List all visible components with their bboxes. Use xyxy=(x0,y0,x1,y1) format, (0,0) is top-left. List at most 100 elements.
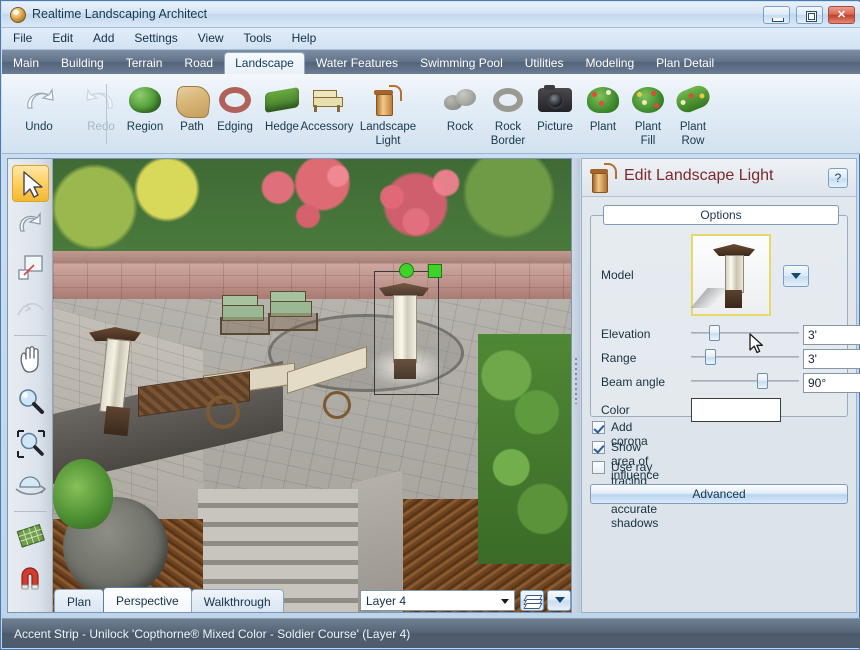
maximize-icon xyxy=(805,11,817,22)
tab-swimming-pool[interactable]: Swimming Pool xyxy=(409,52,514,75)
menu-settings[interactable]: Settings xyxy=(125,28,186,48)
tool-undo-label: Undo xyxy=(25,121,53,133)
menu-edit[interactable]: Edit xyxy=(43,28,82,48)
toolbar-separator xyxy=(106,84,107,144)
landscape-light-foreground[interactable] xyxy=(89,327,141,437)
tab-water-features[interactable]: Water Features xyxy=(305,52,409,75)
view-tab-plan[interactable]: Plan xyxy=(54,589,105,612)
flowering-shrubs xyxy=(218,159,518,254)
menu-file[interactable]: File xyxy=(4,28,41,48)
range-value-field[interactable]: 3' xyxy=(803,349,860,369)
magnet-snap-tool[interactable] xyxy=(12,559,49,596)
tab-terrain[interactable]: Terrain xyxy=(115,52,174,75)
model-row: Model xyxy=(591,216,849,354)
tab-plan-detail[interactable]: Plan Detail xyxy=(645,52,725,75)
menu-add[interactable]: Add xyxy=(84,28,123,48)
ray-tracing-checkbox[interactable] xyxy=(592,461,605,474)
layer-select[interactable]: Layer 4 xyxy=(360,590,515,611)
zoom-tool[interactable] xyxy=(12,383,49,420)
tab-utilities[interactable]: Utilities xyxy=(514,52,575,75)
beam-angle-value: 90° xyxy=(808,376,827,390)
patio-chair-2 xyxy=(266,289,318,331)
pan-hand-tool[interactable] xyxy=(12,341,49,378)
slider-thumb[interactable] xyxy=(705,349,716,365)
range-slider[interactable] xyxy=(691,349,799,365)
mouse-cursor-icon xyxy=(749,333,764,354)
advanced-button[interactable]: Advanced xyxy=(590,484,848,504)
model-label: Model xyxy=(601,268,634,282)
grid-tool[interactable] xyxy=(12,517,49,554)
zoom-window-tool[interactable] xyxy=(12,425,49,462)
add-corona-checkbox[interactable] xyxy=(592,421,605,434)
chevron-down-icon xyxy=(555,597,565,603)
model-dropdown-button[interactable] xyxy=(783,265,809,287)
viewport-tool-strip xyxy=(8,159,53,612)
maximize-button[interactable] xyxy=(795,6,823,24)
slider-thumb[interactable] xyxy=(709,325,720,341)
tab-modeling[interactable]: Modeling xyxy=(574,52,645,75)
ribbon-tab-bar: Main Building Terrain Road Landscape Water Fe… xyxy=(2,50,860,75)
elevation-slider[interactable] xyxy=(691,325,799,341)
rotate-handle[interactable] xyxy=(399,263,414,278)
view-tab-perspective[interactable]: Perspective xyxy=(103,587,192,612)
lantern-icon xyxy=(590,163,617,193)
app-globe-icon xyxy=(10,7,26,23)
range-value: 3' xyxy=(808,352,817,366)
view-mode-tabs: Plan Perspective Walkthrough xyxy=(54,587,284,612)
layer-dropdown-button[interactable] xyxy=(547,590,571,611)
view-tab-walkthrough[interactable]: Walkthrough xyxy=(190,589,284,612)
close-icon: ✕ xyxy=(836,9,847,21)
rotate-tool[interactable] xyxy=(12,207,49,244)
tool-strip-separator-2 xyxy=(14,511,47,512)
tool-undo[interactable]: Undo xyxy=(6,80,72,150)
tab-road[interactable]: Road xyxy=(173,52,224,75)
elevation-value-field[interactable]: 3' xyxy=(803,325,860,345)
color-swatch[interactable] xyxy=(691,398,781,422)
slider-track xyxy=(691,380,799,382)
slider-thumb[interactable] xyxy=(757,373,768,389)
show-area-of-influence-checkbox[interactable] xyxy=(592,441,605,454)
tab-main[interactable]: Main xyxy=(2,52,50,75)
curve-tool[interactable] xyxy=(12,291,49,328)
status-text: Accent Strip - Unilock 'Copthorne® Mixed… xyxy=(14,627,411,641)
hedge-right xyxy=(478,334,571,564)
layer-bar: Layer 4 xyxy=(360,590,571,612)
status-bar: Accent Strip - Unilock 'Copthorne® Mixed… xyxy=(2,618,860,648)
tool-plant-row[interactable]: Plant Row xyxy=(660,80,726,150)
menu-bar: File Edit Add Settings View Tools Help xyxy=(2,28,860,50)
tool-plant-row-label-line2: Row xyxy=(681,134,705,147)
scene-3d-render[interactable]: Plan Perspective Walkthrough Layer 4 xyxy=(8,159,571,612)
options-group: Options Model Elevation 3' Range 3' Beam… xyxy=(590,205,860,422)
close-button[interactable]: ✕ xyxy=(828,6,855,24)
beam-angle-slider[interactable] xyxy=(691,373,799,389)
beam-angle-label: Beam angle xyxy=(601,375,666,389)
orbit-tool[interactable] xyxy=(12,467,49,504)
menu-view[interactable]: View xyxy=(189,28,233,48)
window-controls: ✕ xyxy=(761,6,855,25)
panel-splitter[interactable] xyxy=(572,158,580,613)
design-viewport[interactable]: Plan Perspective Walkthrough Layer 4 xyxy=(7,158,572,613)
slider-track xyxy=(691,332,799,334)
tab-landscape[interactable]: Landscape xyxy=(224,52,305,75)
tab-building[interactable]: Building xyxy=(50,52,115,75)
garden-cart xyxy=(128,359,268,429)
color-label: Color xyxy=(601,403,630,417)
layer-select-value: Layer 4 xyxy=(366,594,407,608)
menu-tools[interactable]: Tools xyxy=(235,28,281,48)
tool-landscape-light[interactable]: Landscape Light xyxy=(352,80,424,150)
model-thumbnail[interactable] xyxy=(690,234,771,316)
menu-help[interactable]: Help xyxy=(283,28,326,48)
ribbon-toolbar: Undo Redo Region Path Edging Hedge Acces… xyxy=(2,74,860,154)
beam-angle-value-field[interactable]: 90° xyxy=(803,373,860,393)
select-arrow-tool[interactable] xyxy=(12,165,49,202)
resize-tool[interactable] xyxy=(12,249,49,286)
tool-landscape-light-label-line2: Light xyxy=(375,134,401,147)
panel-header: Edit Landscape Light ? xyxy=(582,159,856,197)
help-button[interactable]: ? xyxy=(828,168,848,188)
minimize-button[interactable] xyxy=(763,6,791,24)
layers-button[interactable] xyxy=(520,590,544,611)
panel-title: Edit Landscape Light xyxy=(624,167,774,184)
range-label: Range xyxy=(601,351,637,365)
resize-handle[interactable] xyxy=(428,264,442,278)
retaining-wall-cap xyxy=(53,251,571,263)
